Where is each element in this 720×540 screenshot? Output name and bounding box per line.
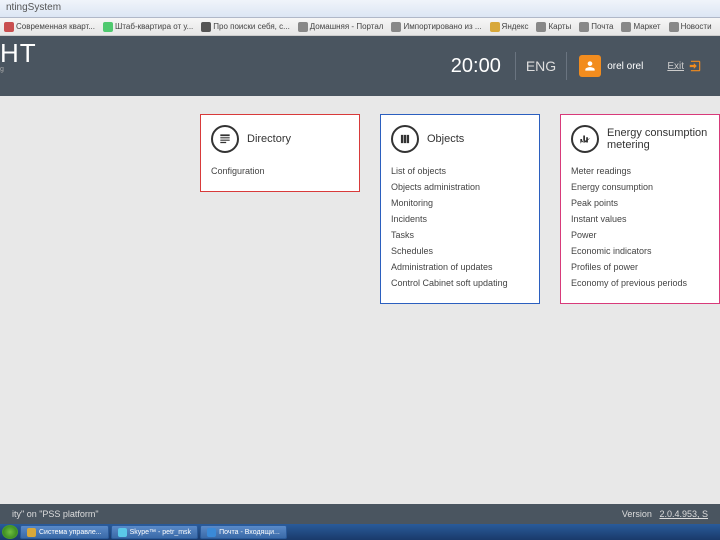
bookmark-label: Почта bbox=[591, 22, 613, 31]
list-item[interactable]: Schedules bbox=[391, 243, 529, 259]
clock: 20:00 bbox=[451, 55, 501, 78]
language-selector[interactable]: ENG bbox=[515, 52, 567, 80]
bookmark-icon bbox=[490, 22, 500, 32]
bookmark-item[interactable]: Маркет bbox=[619, 21, 662, 33]
card-list: Configuration bbox=[211, 163, 349, 179]
list-item[interactable]: Configuration bbox=[211, 163, 349, 179]
list-item[interactable]: Economy of previous periods bbox=[571, 275, 709, 291]
card-list: List of objectsObjects administrationMon… bbox=[391, 163, 529, 291]
browser-titlebar: ntingSystem bbox=[0, 0, 720, 18]
bookmark-icon bbox=[298, 22, 308, 32]
card-objects: Objects List of objectsObjects administr… bbox=[380, 114, 540, 304]
bookmark-icon bbox=[669, 22, 679, 32]
list-item[interactable]: Control Cabinet soft updating bbox=[391, 275, 529, 291]
start-button[interactable] bbox=[2, 525, 18, 539]
taskbar-label: Skype™ - petr_msk bbox=[130, 529, 191, 536]
logo-text: HT bbox=[0, 38, 37, 68]
bookmark-label: Современная кварт... bbox=[16, 22, 95, 31]
bookmark-item[interactable]: Штаб-квартира от у... bbox=[101, 21, 195, 33]
list-item[interactable]: Incidents bbox=[391, 211, 529, 227]
exit-icon[interactable] bbox=[688, 59, 702, 73]
energy-icon bbox=[571, 125, 599, 153]
version-value: 2.0.4.953, S bbox=[659, 509, 708, 519]
list-item[interactable]: Energy consumption bbox=[571, 179, 709, 195]
windows-taskbar: Система управле... Skype™ - petr_msk Почта… bbox=[0, 524, 720, 540]
bookmark-icon bbox=[103, 22, 113, 32]
bookmark-item[interactable]: Карты bbox=[534, 21, 573, 33]
user-box[interactable]: orel orel bbox=[579, 55, 643, 77]
bookmark-item[interactable]: Яндекс bbox=[488, 21, 531, 33]
card-title: Energy consumption metering bbox=[607, 127, 709, 151]
card-list: Meter readingsEnergy consumptionPeak poi… bbox=[571, 163, 709, 291]
bookmark-icon bbox=[4, 22, 14, 32]
list-item[interactable]: Objects administration bbox=[391, 179, 529, 195]
list-item[interactable]: List of objects bbox=[391, 163, 529, 179]
card-energy: Energy consumption metering Meter readin… bbox=[560, 114, 720, 304]
list-item[interactable]: Monitoring bbox=[391, 195, 529, 211]
bookmark-item[interactable]: Почта bbox=[577, 21, 615, 33]
list-item[interactable]: Administration of updates bbox=[391, 259, 529, 275]
list-item[interactable]: Tasks bbox=[391, 227, 529, 243]
bookmark-icon bbox=[621, 22, 631, 32]
taskbar-label: Система управле... bbox=[39, 529, 102, 536]
directory-icon bbox=[211, 125, 239, 153]
taskbar-item[interactable]: Skype™ - petr_msk bbox=[111, 525, 198, 539]
footer-left: ity" on "PSS platform" bbox=[12, 509, 99, 519]
bookmark-icon bbox=[391, 22, 401, 32]
main-content: Directory Configuration Objects List of … bbox=[0, 96, 720, 476]
version-label: Version bbox=[622, 509, 652, 519]
avatar-icon bbox=[579, 55, 601, 77]
bookmark-item[interactable]: Про поиски себя, с... bbox=[199, 21, 292, 33]
bookmark-item[interactable]: Новости bbox=[667, 21, 714, 33]
bookmark-item[interactable]: Импортировано из ... bbox=[389, 21, 483, 33]
list-item[interactable]: Meter readings bbox=[571, 163, 709, 179]
app-header: HT g 20:00 ENG orel orel Exit bbox=[0, 36, 720, 96]
list-item[interactable]: Peak points bbox=[571, 195, 709, 211]
card-directory: Directory Configuration bbox=[200, 114, 360, 192]
card-header: Objects bbox=[391, 125, 529, 153]
bookmark-label: Домашняя - Портал bbox=[310, 22, 384, 31]
card-title: Directory bbox=[247, 133, 291, 145]
app-logo: HT g bbox=[0, 40, 37, 73]
taskbar-icon bbox=[27, 528, 36, 537]
bookmark-item[interactable]: Домашняя - Портал bbox=[296, 21, 386, 33]
bookmark-label: Новости bbox=[681, 22, 712, 31]
bookmark-icon bbox=[536, 22, 546, 32]
bookmark-icon bbox=[579, 22, 589, 32]
taskbar-icon bbox=[207, 528, 216, 537]
bookmark-icon bbox=[201, 22, 211, 32]
list-item[interactable]: Profiles of power bbox=[571, 259, 709, 275]
objects-icon bbox=[391, 125, 419, 153]
bookmark-label: Карты bbox=[548, 22, 571, 31]
bookmark-label: Импортировано из ... bbox=[403, 22, 481, 31]
taskbar-item[interactable]: Система управле... bbox=[20, 525, 109, 539]
card-header: Energy consumption metering bbox=[571, 125, 709, 153]
card-header: Directory bbox=[211, 125, 349, 153]
list-item[interactable]: Instant values bbox=[571, 211, 709, 227]
bookmark-label: Штаб-квартира от у... bbox=[115, 22, 193, 31]
list-item[interactable]: Economic indicators bbox=[571, 243, 709, 259]
username: orel orel bbox=[607, 61, 643, 72]
bookmark-label: Яндекс bbox=[502, 22, 529, 31]
bookmarks-bar: Современная кварт... Штаб-квартира от у..… bbox=[0, 18, 720, 36]
bookmark-item[interactable]: Современная кварт... bbox=[2, 21, 97, 33]
taskbar-label: Почта - Входящи... bbox=[219, 529, 280, 536]
app-footer: ity" on "PSS platform" Version 2.0.4.953… bbox=[0, 504, 720, 524]
exit-link[interactable]: Exit bbox=[667, 61, 684, 72]
footer-right: Version 2.0.4.953, S bbox=[622, 509, 708, 519]
taskbar-item[interactable]: Почта - Входящи... bbox=[200, 525, 287, 539]
list-item[interactable]: Power bbox=[571, 227, 709, 243]
bookmark-label: Маркет bbox=[633, 22, 660, 31]
taskbar-icon bbox=[118, 528, 127, 537]
bookmark-label: Про поиски себя, с... bbox=[213, 22, 290, 31]
card-title: Objects bbox=[427, 133, 464, 145]
